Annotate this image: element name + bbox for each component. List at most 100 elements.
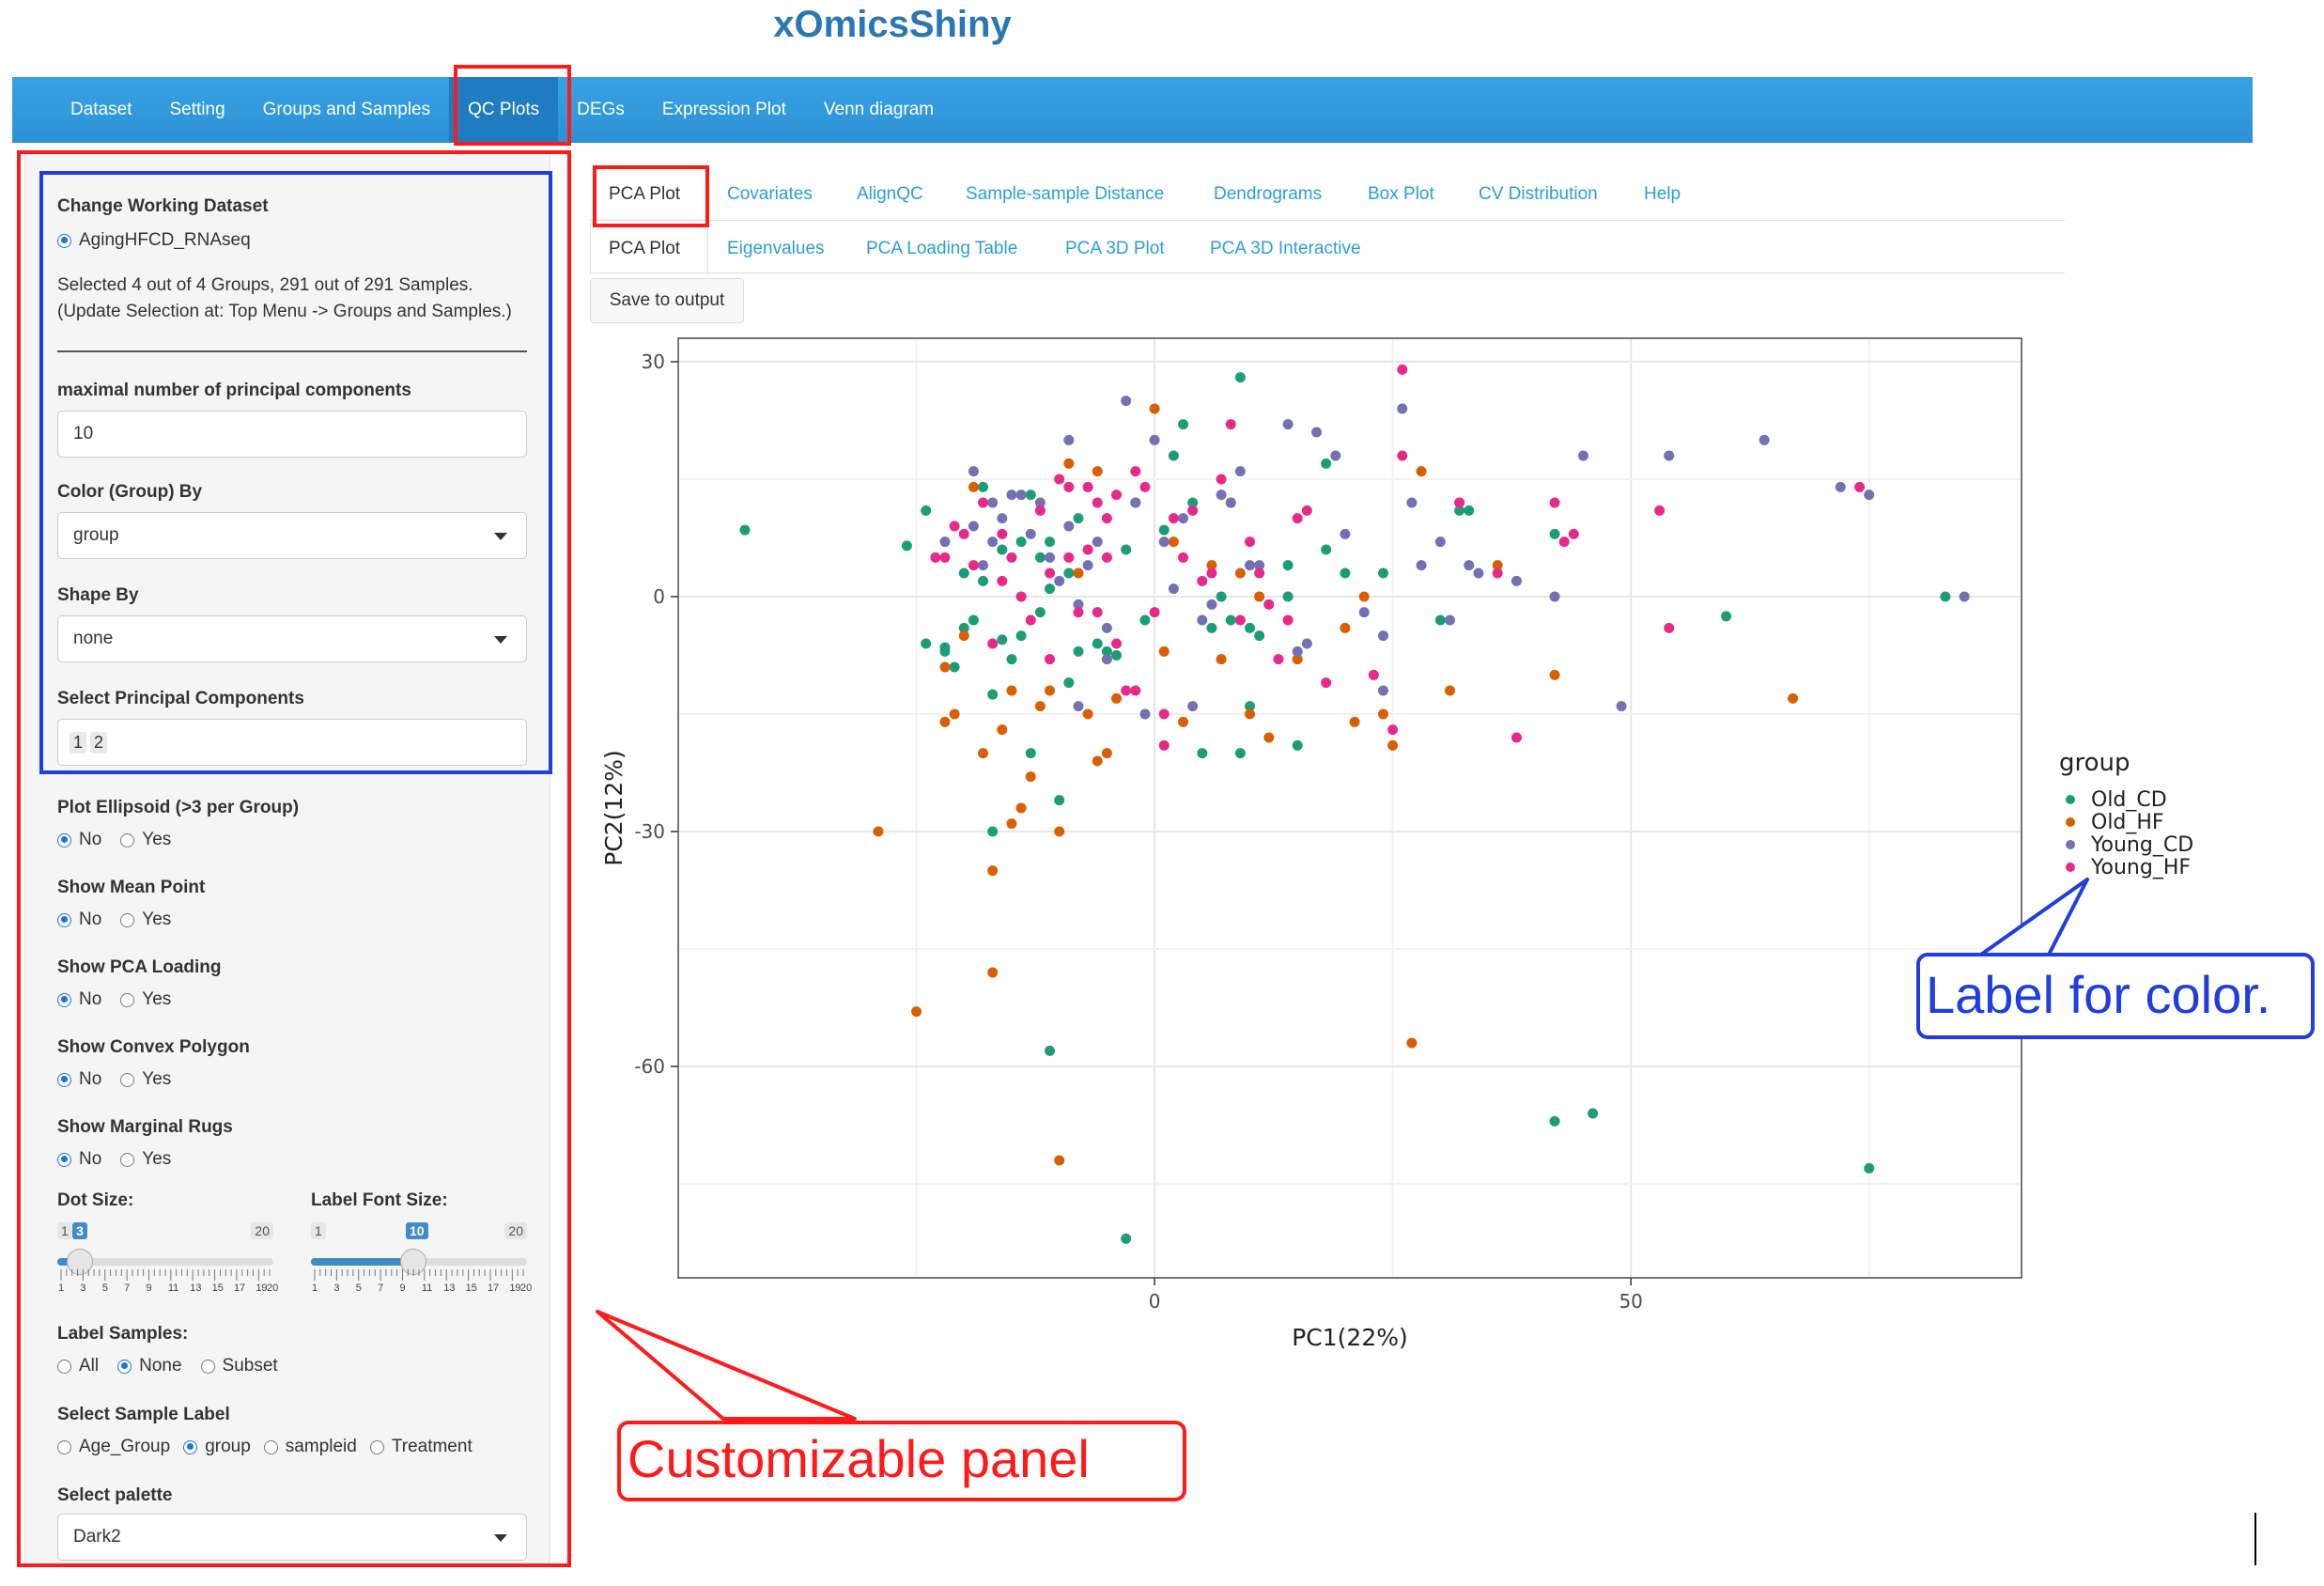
y-tick-label: -30 — [634, 820, 665, 843]
save-to-output-button[interactable]: Save to output — [590, 278, 744, 323]
data-point-young-hf — [1664, 622, 1675, 633]
data-point-young-hf — [1092, 607, 1103, 618]
data-point-young-cd — [1301, 638, 1312, 649]
data-point-young-hf — [1082, 544, 1093, 555]
data-point-old-cd — [1282, 591, 1294, 602]
data-point-old-hf — [1006, 685, 1017, 696]
data-point-young-hf — [1092, 497, 1103, 508]
tab-pca-loading-table[interactable]: PCA Loading Table — [866, 239, 1017, 259]
nav-item-groups-and-samples[interactable]: Groups and Samples — [244, 77, 450, 143]
tab-help[interactable]: Help — [1644, 184, 1681, 205]
data-point-young-hf — [1101, 513, 1112, 524]
data-point-old-hf — [1168, 536, 1179, 548]
data-point-old-cd — [1178, 419, 1189, 430]
data-point-young-cd — [1197, 614, 1208, 626]
pca-subtab-bar: PCA Plot Eigenvalues PCA Loading Table PCA … — [590, 224, 2074, 275]
data-point-old-cd — [1158, 524, 1170, 536]
data-point-young-cd — [1101, 622, 1112, 633]
data-point-young-cd — [1054, 575, 1065, 586]
tab-sample-sample-distance[interactable]: Sample-sample Distance — [966, 184, 1164, 205]
data-point-old-cd — [1034, 607, 1046, 618]
data-point-old-cd — [997, 634, 1008, 645]
data-point-young-cd — [1082, 560, 1093, 571]
data-point-old-cd — [1434, 614, 1446, 626]
data-point-young-hf — [1015, 591, 1027, 602]
data-point-old-hf — [958, 630, 969, 642]
tab-alignqc[interactable]: AlignQC — [857, 184, 923, 205]
data-point-young-hf — [1006, 552, 1017, 563]
data-point-young-hf — [1034, 505, 1046, 516]
legend-callout-text: Label for color. — [1926, 965, 2271, 1024]
data-point-young-cd — [1245, 560, 1256, 571]
data-point-old-hf — [1082, 708, 1093, 720]
data-point-old-cd — [1864, 1162, 1875, 1174]
data-point-young-hf — [1454, 497, 1465, 508]
highlight-pca-settings — [39, 171, 552, 774]
data-point-old-cd — [978, 575, 989, 586]
x-tick-label: 50 — [1619, 1290, 1642, 1313]
nav-item-dataset[interactable]: Dataset — [52, 77, 150, 143]
data-point-old-cd — [978, 481, 989, 492]
nav-item-venn-diagram[interactable]: Venn diagram — [805, 77, 953, 143]
tab-box-plot[interactable]: Box Plot — [1368, 184, 1434, 205]
tab-pca-plot[interactable]: PCA Plot — [609, 239, 680, 259]
nav-item-expression-plot[interactable]: Expression Plot — [643, 77, 805, 143]
data-point-young-hf — [1158, 739, 1170, 751]
data-point-old-cd — [1321, 458, 1332, 469]
data-point-old-cd — [1588, 1108, 1599, 1119]
data-point-young-hf — [1178, 552, 1189, 563]
data-point-young-hf — [1206, 568, 1217, 579]
data-point-young-hf — [1025, 614, 1036, 626]
tab-covariates[interactable]: Covariates — [727, 184, 813, 205]
data-point-old-hf — [1245, 708, 1256, 720]
legend-label: Old_CD — [2091, 788, 2167, 812]
data-point-old-cd — [1168, 450, 1179, 461]
data-point-young-cd — [1158, 536, 1170, 548]
data-point-old-cd — [958, 568, 969, 579]
tab-cv-distribution[interactable]: CV Distribution — [1479, 184, 1598, 205]
data-point-young-cd — [1311, 427, 1323, 438]
tab-pca-3d-interactive[interactable]: PCA 3D Interactive — [1210, 239, 1361, 259]
data-point-old-hf — [1006, 818, 1017, 830]
nav-item-setting[interactable]: Setting — [150, 77, 243, 143]
data-point-old-cd — [1197, 748, 1208, 759]
data-point-old-hf — [1158, 645, 1170, 657]
data-point-young-hf — [1492, 568, 1503, 579]
data-point-old-cd — [1063, 568, 1075, 579]
tab-pca-3d-plot[interactable]: PCA 3D Plot — [1065, 239, 1165, 259]
data-point-young-hf — [1245, 536, 1256, 548]
data-point-young-cd — [1216, 490, 1227, 501]
y-tick-label: -60 — [634, 1055, 665, 1078]
data-point-old-hf — [1149, 403, 1160, 414]
data-point-young-hf — [1101, 552, 1112, 563]
data-point-young-cd — [1406, 497, 1418, 508]
data-point-old-cd — [1092, 638, 1103, 649]
data-point-young-cd — [1549, 591, 1560, 602]
data-point-young-cd — [1377, 685, 1388, 696]
data-point-young-hf — [1063, 552, 1075, 563]
data-point-old-cd — [997, 544, 1008, 555]
data-point-young-hf — [1292, 513, 1303, 524]
tab-divider — [590, 220, 2065, 221]
data-point-old-cd — [1121, 1233, 1132, 1244]
data-point-young-hf — [1321, 677, 1332, 689]
pca-scatter-plot: 0 50300-30-60PC1(22%)PC2(12%) groupOld_CDO… — [600, 337, 2193, 1351]
data-point-young-hf — [1082, 481, 1093, 492]
data-point-young-hf — [1854, 481, 1866, 492]
tab-dendrograms[interactable]: Dendrograms — [1214, 184, 1322, 205]
data-point-young-hf — [1158, 708, 1170, 720]
data-point-young-cd — [1063, 434, 1075, 445]
data-point-young-cd — [1577, 450, 1588, 461]
data-point-young-cd — [1377, 630, 1388, 642]
data-point-old-cd — [949, 661, 960, 673]
data-point-old-cd — [1254, 630, 1265, 642]
data-point-young-cd — [1234, 466, 1246, 477]
y-axis-label: PC2(12%) — [600, 750, 627, 866]
data-point-young-hf — [1045, 568, 1056, 579]
data-point-old-cd — [1073, 513, 1084, 524]
data-point-old-hf — [939, 661, 951, 673]
data-point-old-cd — [1006, 654, 1017, 665]
tab-eigenvalues[interactable]: Eigenvalues — [727, 239, 825, 259]
data-point-young-hf — [1549, 497, 1560, 508]
data-point-young-hf — [1282, 614, 1294, 626]
